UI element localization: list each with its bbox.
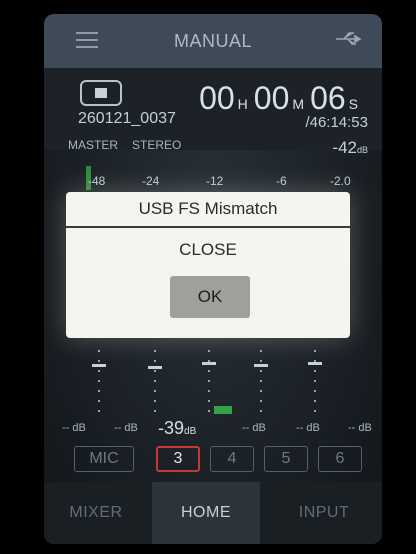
fader-knob[interactable] [148,366,162,369]
minutes-value: 00 [253,80,290,116]
fader-track[interactable] [314,350,316,416]
fader-track[interactable] [154,350,156,416]
meter-master-label: MASTER [68,138,119,152]
channel-select-row: MIC 3 4 5 6 [44,446,382,476]
scale-tick: -12 [206,174,224,188]
fader-db-label: -- dB [62,422,86,434]
tab-home[interactable]: HOME [152,482,260,544]
fader-track[interactable] [98,350,100,416]
mode-title: MANUAL [173,30,252,51]
dialog-title: USB FS Mismatch [66,192,350,228]
hours-value: 00 [199,80,235,116]
channel-button-6[interactable]: 6 [318,446,362,472]
seconds-value: 06 [310,80,346,116]
scale-tick: -6 [276,174,287,188]
fader-knob[interactable] [202,362,216,365]
hours-unit: H [237,96,248,112]
usb-icon [336,32,362,45]
meter-level: -42dB [332,138,368,158]
elapsed-time: 00 H 00 M 06 S [199,80,364,117]
dialog-message: CLOSE [179,240,237,259]
stop-icon [95,88,107,98]
fader-track[interactable] [208,350,210,416]
channel-button-5[interactable]: 5 [264,446,308,472]
fader-db-label: -- dB [242,422,266,434]
channel-button-mic[interactable]: MIC [74,446,134,472]
scale-tick: -24 [142,174,160,188]
error-dialog: USB FS Mismatch CLOSE OK [66,192,350,338]
stop-button[interactable] [80,80,122,106]
scale-tick: -2.0 [330,174,351,188]
fader-db-row: -- dB -- dB -- dB -- dB -- dB [44,418,382,444]
tab-input[interactable]: INPUT [266,482,382,544]
fader-db-label: -- dB [296,422,320,434]
channel-button-4[interactable]: 4 [210,446,254,472]
fader-knob[interactable] [308,362,322,365]
seconds-unit: S [348,96,358,112]
menu-icon[interactable] [76,32,98,48]
selected-fader-knob[interactable] [214,406,232,414]
file-name: 260121_0037 [78,110,176,127]
remaining-time: /46:14:53 [305,114,368,131]
meter-level-value: -42 [332,138,357,157]
meter-level-unit: dB [356,145,368,155]
fader-area [44,350,382,420]
selected-fader-db: -39dB [158,418,196,439]
top-bar: MANUAL [44,14,382,68]
meter-mode-label: STEREO [132,138,182,152]
fader-knob[interactable] [254,364,268,367]
fader-knob[interactable] [92,364,106,367]
selected-fader-unit: dB [184,426,197,437]
scale-tick: -48 [88,174,106,188]
tab-mixer[interactable]: MIXER [44,482,148,544]
selected-fader-value: -39 [158,418,185,438]
minutes-unit: M [292,96,305,112]
fader-db-label: -- dB [348,422,372,434]
channel-button-3[interactable]: 3 [156,446,200,472]
fader-db-label: -- dB [114,422,138,434]
fader-track[interactable] [260,350,262,416]
bottom-nav: MIXER HOME INPUT [44,482,382,544]
ok-button[interactable]: OK [170,276,250,318]
